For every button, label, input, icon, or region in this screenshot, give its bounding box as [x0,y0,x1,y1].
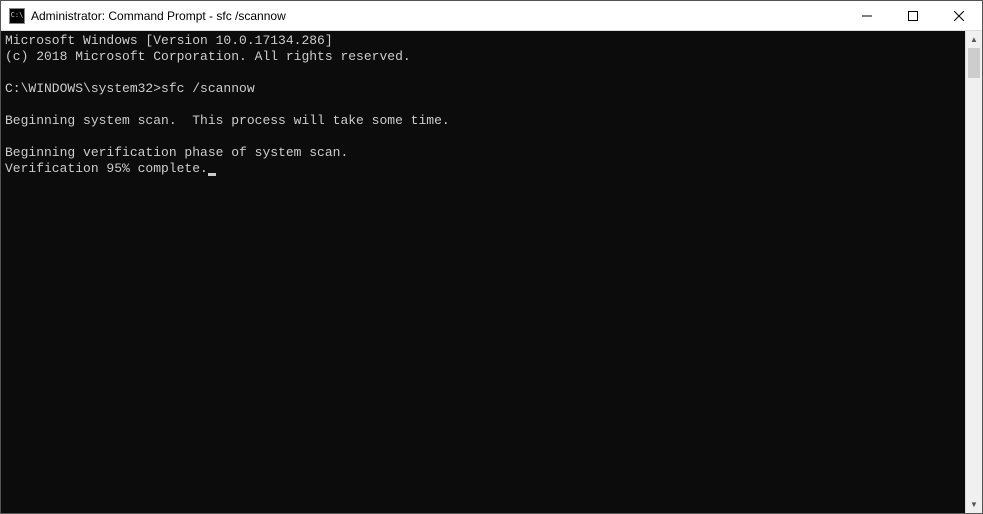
console-output[interactable]: Microsoft Windows [Version 10.0.17134.28… [1,31,965,513]
vertical-scrollbar[interactable]: ▲ ▼ [965,31,982,513]
scroll-thumb[interactable] [968,48,980,78]
console-line [5,129,961,145]
console-line: Beginning system scan. This process will… [5,113,961,129]
console-line: (c) 2018 Microsoft Corporation. All righ… [5,49,961,65]
command-prompt-window: C:\ Administrator: Command Prompt - sfc … [0,0,983,514]
console-line: Microsoft Windows [Version 10.0.17134.28… [5,33,961,49]
console-line [5,97,961,113]
console-line: C:\WINDOWS\system32>sfc /scannow [5,81,961,97]
app-icon-text: C:\ [11,12,24,19]
titlebar[interactable]: C:\ Administrator: Command Prompt - sfc … [1,1,982,31]
maximize-button[interactable] [890,1,936,30]
window-controls [844,1,982,30]
scroll-down-arrow[interactable]: ▼ [966,496,982,513]
console-line: Beginning verification phase of system s… [5,145,961,161]
scroll-track[interactable] [966,48,982,496]
minimize-button[interactable] [844,1,890,30]
window-title: Administrator: Command Prompt - sfc /sca… [31,9,844,23]
console-line: Verification 95% complete. [5,161,961,177]
text-cursor [208,173,216,176]
minimize-icon [862,11,872,21]
close-button[interactable] [936,1,982,30]
close-icon [954,11,964,21]
console-area: Microsoft Windows [Version 10.0.17134.28… [1,31,982,513]
scroll-up-arrow[interactable]: ▲ [966,31,982,48]
maximize-icon [908,11,918,21]
app-icon: C:\ [9,8,25,24]
console-line [5,65,961,81]
